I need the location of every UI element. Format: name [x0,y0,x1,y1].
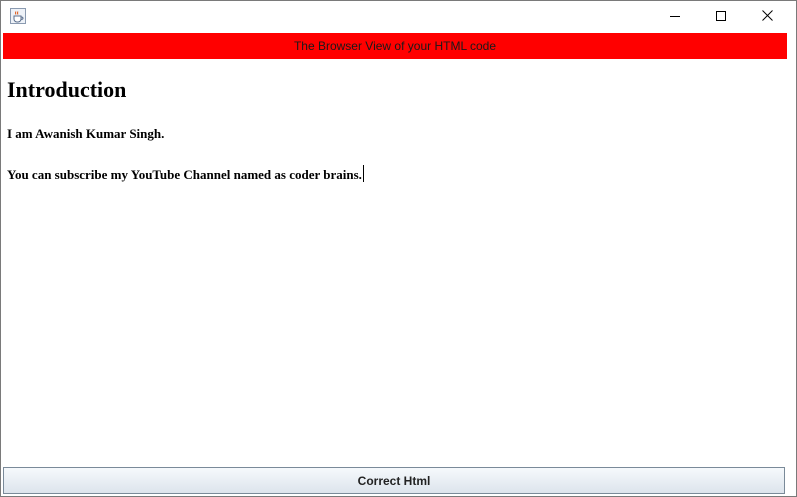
minimize-button[interactable] [652,1,698,32]
subscribe-paragraph: You can subscribe my YouTube Channel nam… [7,165,364,183]
banner-label: The Browser View of your HTML code [293,39,497,53]
text-caret [362,165,364,182]
browser-view-banner: The Browser View of your HTML code [3,33,787,59]
title-bar[interactable] [1,1,796,32]
maximize-icon [716,8,726,26]
subscribe-text: You can subscribe my YouTube Channel nam… [7,167,362,182]
java-cup-icon[interactable] [10,8,26,24]
app-window: The Browser View of your HTML code Intro… [0,0,797,497]
close-icon [761,8,773,26]
html-preview-pane[interactable]: Introduction I am Awanish Kumar Singh. Y… [3,59,787,467]
maximize-button[interactable] [698,1,744,32]
minimize-icon [670,8,680,26]
close-button[interactable] [744,1,790,32]
intro-paragraph: I am Awanish Kumar Singh. [7,126,165,141]
correct-html-button-label: Correct Html [357,473,431,488]
correct-html-button[interactable]: Correct Html [3,467,785,494]
page-heading: Introduction [7,77,127,102]
